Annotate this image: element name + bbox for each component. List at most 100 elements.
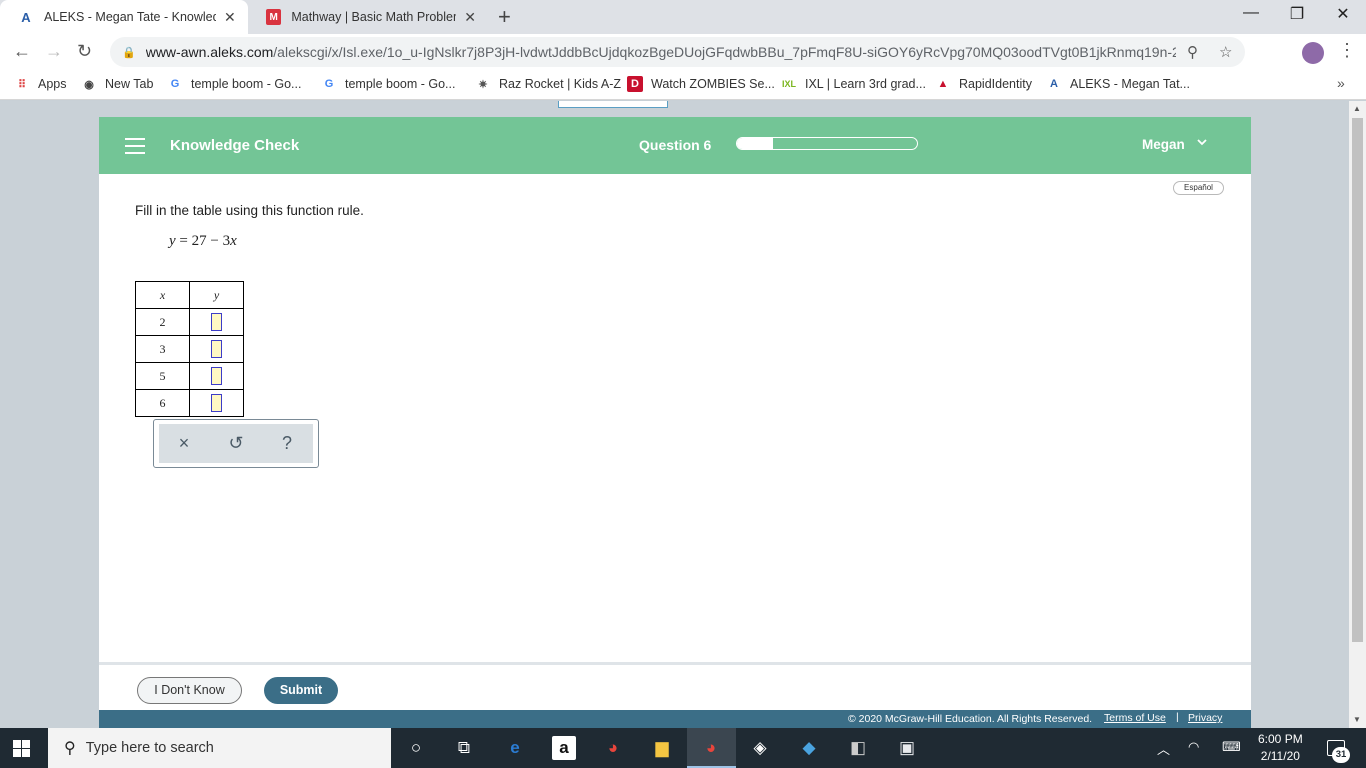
amazon-icon[interactable]: a bbox=[552, 736, 576, 760]
blue-app-icon[interactable]: ◆ bbox=[797, 736, 821, 760]
bookmark-aleks[interactable]: A ALEKS - Megan Tat... bbox=[1046, 76, 1190, 92]
forward-arrow-icon[interactable]: → bbox=[45, 41, 63, 62]
windows-start-icon[interactable] bbox=[13, 740, 30, 757]
function-rule: y = 27 − 3x bbox=[169, 233, 237, 250]
bookmark-label: Watch ZOMBIES Se... bbox=[651, 77, 775, 91]
bookmark-label: temple boom - Go... bbox=[191, 77, 302, 91]
legal-bar: © 2020 McGraw-Hill Education. All Rights… bbox=[99, 710, 1251, 728]
disney-icon: D bbox=[627, 76, 643, 92]
close-tab-icon[interactable]: ✕ bbox=[224, 9, 236, 26]
page-viewport: Knowledge Check Question 6 Megan Español… bbox=[0, 101, 1349, 728]
top-tab-stub bbox=[558, 101, 668, 108]
file-explorer-icon[interactable]: ▆ bbox=[650, 736, 674, 760]
y-cell bbox=[189, 335, 244, 363]
bookmark-temple-boom-2[interactable]: G temple boom - Go... bbox=[321, 76, 456, 92]
tab-title: Mathway | Basic Math Problem S bbox=[291, 10, 456, 24]
copyright-text: © 2020 McGraw-Hill Education. All Rights… bbox=[848, 713, 1093, 725]
bookmark-apps[interactable]: ⠿ Apps bbox=[14, 76, 67, 92]
rapididentity-icon: ▲ bbox=[937, 78, 949, 90]
espanol-button[interactable]: Español bbox=[1173, 181, 1224, 195]
minimize-icon[interactable]: — bbox=[1228, 4, 1274, 22]
cortana-icon[interactable]: ○ bbox=[404, 736, 428, 760]
restore-icon[interactable]: ❐ bbox=[1274, 4, 1320, 24]
function-table: x y 2 3 5 6 bbox=[135, 281, 244, 417]
y-answer-input[interactable] bbox=[211, 394, 222, 412]
keyboard-icon[interactable]: ⌨ bbox=[1222, 739, 1241, 755]
bookmark-label: IXL | Learn 3rd grad... bbox=[805, 77, 926, 91]
undo-icon[interactable]: ↺ bbox=[221, 433, 251, 454]
profile-avatar[interactable] bbox=[1302, 42, 1324, 64]
url-text: www-awn.aleks.com/alekscgi/x/Isl.exe/1o_… bbox=[145, 44, 1176, 60]
y-answer-input[interactable] bbox=[211, 367, 222, 385]
terms-link[interactable]: Terms of Use bbox=[1104, 712, 1166, 724]
wifi-icon[interactable]: ◠ bbox=[1188, 739, 1199, 755]
y-cell bbox=[189, 389, 244, 417]
chrome-icon[interactable]: ◕ bbox=[601, 736, 625, 760]
apps-grid-icon: ⠿ bbox=[17, 78, 27, 91]
dropbox-icon[interactable]: ◈ bbox=[748, 736, 772, 760]
bookmark-label: RapidIdentity bbox=[959, 77, 1032, 91]
user-name[interactable]: Megan bbox=[1142, 137, 1185, 152]
y-cell bbox=[189, 308, 244, 336]
bookmark-label: temple boom - Go... bbox=[345, 77, 456, 91]
clock-date: 2/11/20 bbox=[1260, 749, 1300, 763]
reload-icon[interactable]: ↻ bbox=[77, 41, 92, 62]
rule-x: x bbox=[230, 233, 237, 249]
table-row: 3 bbox=[135, 335, 244, 363]
google-icon: G bbox=[324, 78, 334, 90]
y-answer-input[interactable] bbox=[211, 313, 222, 331]
bookmark-rapididentity[interactable]: ▲ RapidIdentity bbox=[935, 76, 1032, 92]
ixl-icon: IXL bbox=[781, 79, 796, 89]
chevron-down-icon[interactable] bbox=[1197, 137, 1207, 147]
globe-icon: ◉ bbox=[84, 78, 94, 91]
close-tab-icon[interactable]: ✕ bbox=[464, 9, 476, 26]
question-prompt: Fill in the table using this function ru… bbox=[135, 203, 364, 218]
scroll-thumb[interactable] bbox=[1352, 118, 1363, 642]
scroll-up-icon[interactable]: ▲ bbox=[1353, 104, 1361, 113]
zoom-icon[interactable]: ⚲ bbox=[1187, 43, 1198, 61]
rule-y: y bbox=[169, 233, 176, 249]
clear-icon[interactable]: × bbox=[169, 433, 199, 454]
bookmarks-bar: ⠿ Apps ◉ New Tab G temple boom - Go... G… bbox=[0, 70, 1366, 100]
aleks-header: Knowledge Check Question 6 Megan bbox=[99, 117, 1251, 174]
bookmark-label: New Tab bbox=[105, 77, 154, 91]
bookmark-raz-rocket[interactable]: ✷ Raz Rocket | Kids A-Z bbox=[475, 76, 621, 92]
bookmark-new-tab[interactable]: ◉ New Tab bbox=[81, 76, 153, 92]
tray-chevron-up-icon[interactable]: ︿ bbox=[1157, 739, 1170, 758]
browser-menu-icon[interactable]: ⋮ bbox=[1338, 40, 1356, 61]
taskbar-search-box[interactable]: ⚲ Type here to search bbox=[48, 728, 391, 768]
hamburger-menu-icon[interactable] bbox=[125, 138, 145, 159]
bookmark-star-icon[interactable]: ☆ bbox=[1219, 43, 1232, 61]
table-row: 2 bbox=[135, 308, 244, 336]
submit-button[interactable]: Submit bbox=[264, 677, 338, 704]
help-icon[interactable]: ? bbox=[272, 433, 302, 454]
progress-bar bbox=[736, 137, 918, 150]
close-window-icon[interactable]: ✕ bbox=[1320, 4, 1366, 24]
store-icon[interactable]: ▣ bbox=[895, 736, 919, 760]
rocket-icon: ✷ bbox=[478, 78, 488, 91]
address-bar[interactable]: 🔒 www-awn.aleks.com/alekscgi/x/Isl.exe/1… bbox=[110, 37, 1245, 67]
scroll-down-icon[interactable]: ▼ bbox=[1353, 715, 1361, 724]
vertical-scrollbar[interactable]: ▲ ▼ bbox=[1349, 101, 1366, 728]
tab-mathway[interactable]: M Mathway | Basic Math Problem S ✕ bbox=[248, 0, 488, 34]
y-answer-input[interactable] bbox=[211, 340, 222, 358]
system-clock[interactable]: 6:00 PM 2/11/20 bbox=[1258, 731, 1303, 765]
bookmark-zombies[interactable]: D Watch ZOMBIES Se... bbox=[627, 76, 775, 92]
new-tab-plus-icon[interactable]: + bbox=[498, 4, 511, 30]
progress-fill bbox=[737, 138, 773, 149]
task-view-icon[interactable]: ⧉ bbox=[452, 736, 476, 760]
bookmark-temple-boom-1[interactable]: G temple boom - Go... bbox=[167, 76, 302, 92]
bookmark-ixl[interactable]: IXL IXL | Learn 3rd grad... bbox=[781, 76, 926, 92]
edge-icon[interactable]: e bbox=[503, 736, 527, 760]
roblox-icon[interactable]: ◧ bbox=[846, 736, 870, 760]
more-bookmarks-icon[interactable]: » bbox=[1337, 75, 1345, 91]
back-arrow-icon[interactable]: ← bbox=[13, 41, 31, 62]
page-title: Knowledge Check bbox=[170, 137, 300, 154]
tab-aleks[interactable]: A ALEKS - Megan Tate - Knowledge ✕ bbox=[0, 0, 248, 34]
answer-footer: I Don't Know Submit bbox=[99, 662, 1251, 710]
x-cell: 2 bbox=[135, 308, 190, 336]
privacy-link[interactable]: Privacy bbox=[1188, 712, 1222, 724]
i-dont-know-button[interactable]: I Don't Know bbox=[137, 677, 242, 704]
table-header-row: x y bbox=[135, 281, 244, 309]
chrome-profile-icon[interactable]: ◕ bbox=[699, 736, 723, 760]
